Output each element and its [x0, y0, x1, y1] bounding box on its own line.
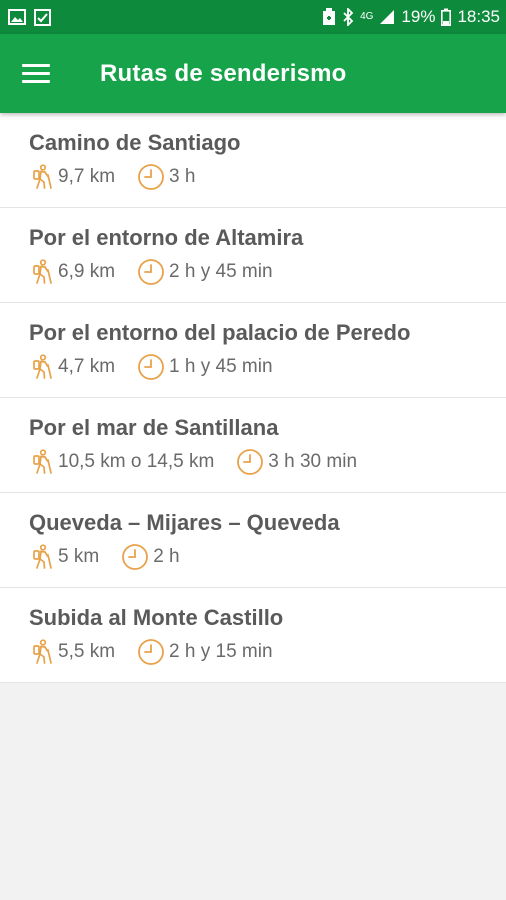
route-distance-value: 4,7 km: [58, 356, 116, 377]
page-title: Rutas de senderismo: [100, 59, 347, 87]
hiker-icon: [29, 164, 55, 190]
hiker-icon: [29, 449, 55, 475]
battery-saver-icon: [322, 8, 336, 26]
route-distance-value: 9,7 km: [58, 166, 116, 187]
route-title: Queveda – Mijares – Queveda: [29, 510, 340, 535]
route-distance: 5,5 km: [29, 639, 115, 665]
hiker-icon: [29, 354, 55, 380]
hiker-icon: [29, 639, 55, 665]
clock-time: 18:35: [457, 7, 500, 26]
route-duration: 2 h: [121, 543, 180, 571]
hamburger-menu-icon[interactable]: [22, 54, 62, 94]
bluetooth-icon: [342, 8, 354, 26]
route-duration-value: 1 h y 45 min: [169, 356, 273, 377]
checkbox-icon: [34, 8, 51, 26]
app-bar: Rutas de senderismo: [0, 34, 506, 113]
clock-icon: [137, 163, 165, 191]
route-meta: 10,5 km o 14,5 km 3 h 30 min: [29, 448, 506, 476]
route-duration-value: 3 h: [169, 166, 196, 187]
image-icon: [8, 9, 26, 25]
battery-percent: 19%: [401, 7, 436, 26]
clock-icon: [137, 353, 165, 381]
clock-icon: [137, 638, 165, 666]
route-duration: 3 h: [137, 163, 195, 191]
route-distance: 9,7 km: [29, 164, 115, 190]
route-item[interactable]: Por el entorno de Altamira 6,9 km 2 h y …: [0, 208, 506, 303]
route-meta: 9,7 km 3 h: [29, 163, 506, 191]
status-bar-right: 4G 19% 18:35: [322, 7, 500, 27]
route-duration: 2 h y 15 min: [137, 638, 273, 666]
route-distance: 5 km: [29, 544, 99, 570]
route-duration: 2 h y 45 min: [137, 258, 273, 286]
route-title: Por el mar de Santillana: [29, 415, 279, 440]
route-item[interactable]: Camino de Santiago 9,7 km 3 h: [0, 113, 506, 208]
hiker-icon: [29, 544, 55, 570]
route-item[interactable]: Queveda – Mijares – Queveda 5 km 2 h: [0, 493, 506, 588]
status-bar: 4G 19% 18:35: [0, 0, 506, 34]
route-duration: 3 h 30 min: [236, 448, 357, 476]
route-distance-value: 6,9 km: [58, 261, 116, 282]
route-item[interactable]: Subida al Monte Castillo 5,5 km 2 h y 15…: [0, 588, 506, 683]
route-duration-value: 2 h: [153, 546, 180, 567]
route-distance: 10,5 km o 14,5 km: [29, 449, 214, 475]
status-bar-left: [8, 8, 51, 26]
route-distance-value: 5 km: [58, 546, 100, 567]
hiker-icon: [29, 259, 55, 285]
route-distance: 4,7 km: [29, 354, 115, 380]
route-duration-value: 2 h y 45 min: [169, 261, 273, 282]
route-meta: 4,7 km 1 h y 45 min: [29, 353, 506, 381]
route-item[interactable]: Por el entorno del palacio de Peredo 4,7…: [0, 303, 506, 398]
route-item[interactable]: Por el mar de Santillana 10,5 km o 14,5 …: [0, 398, 506, 493]
route-title: Por el entorno del palacio de Peredo: [29, 320, 411, 345]
route-title: Camino de Santiago: [29, 130, 241, 155]
route-meta: 5,5 km 2 h y 15 min: [29, 638, 506, 666]
route-duration: 1 h y 45 min: [137, 353, 273, 381]
route-title: Subida al Monte Castillo: [29, 605, 284, 630]
signal-icon: [379, 9, 395, 25]
route-title: Por el entorno de Altamira: [29, 225, 304, 250]
route-distance-value: 10,5 km o 14,5 km: [58, 451, 215, 472]
clock-icon: [121, 543, 149, 571]
route-duration-value: 2 h y 15 min: [169, 641, 273, 662]
route-meta: 6,9 km 2 h y 45 min: [29, 258, 506, 286]
route-duration-value: 3 h 30 min: [268, 451, 358, 472]
route-distance-value: 5,5 km: [58, 641, 116, 662]
clock-icon: [137, 258, 165, 286]
route-meta: 5 km 2 h: [29, 543, 506, 571]
network-type: 4G: [360, 11, 374, 22]
battery-icon: [441, 8, 452, 26]
clock-icon: [236, 448, 264, 476]
route-distance: 6,9 km: [29, 259, 115, 285]
route-list: Camino de Santiago 9,7 km 3 h Por el ent…: [0, 113, 506, 683]
